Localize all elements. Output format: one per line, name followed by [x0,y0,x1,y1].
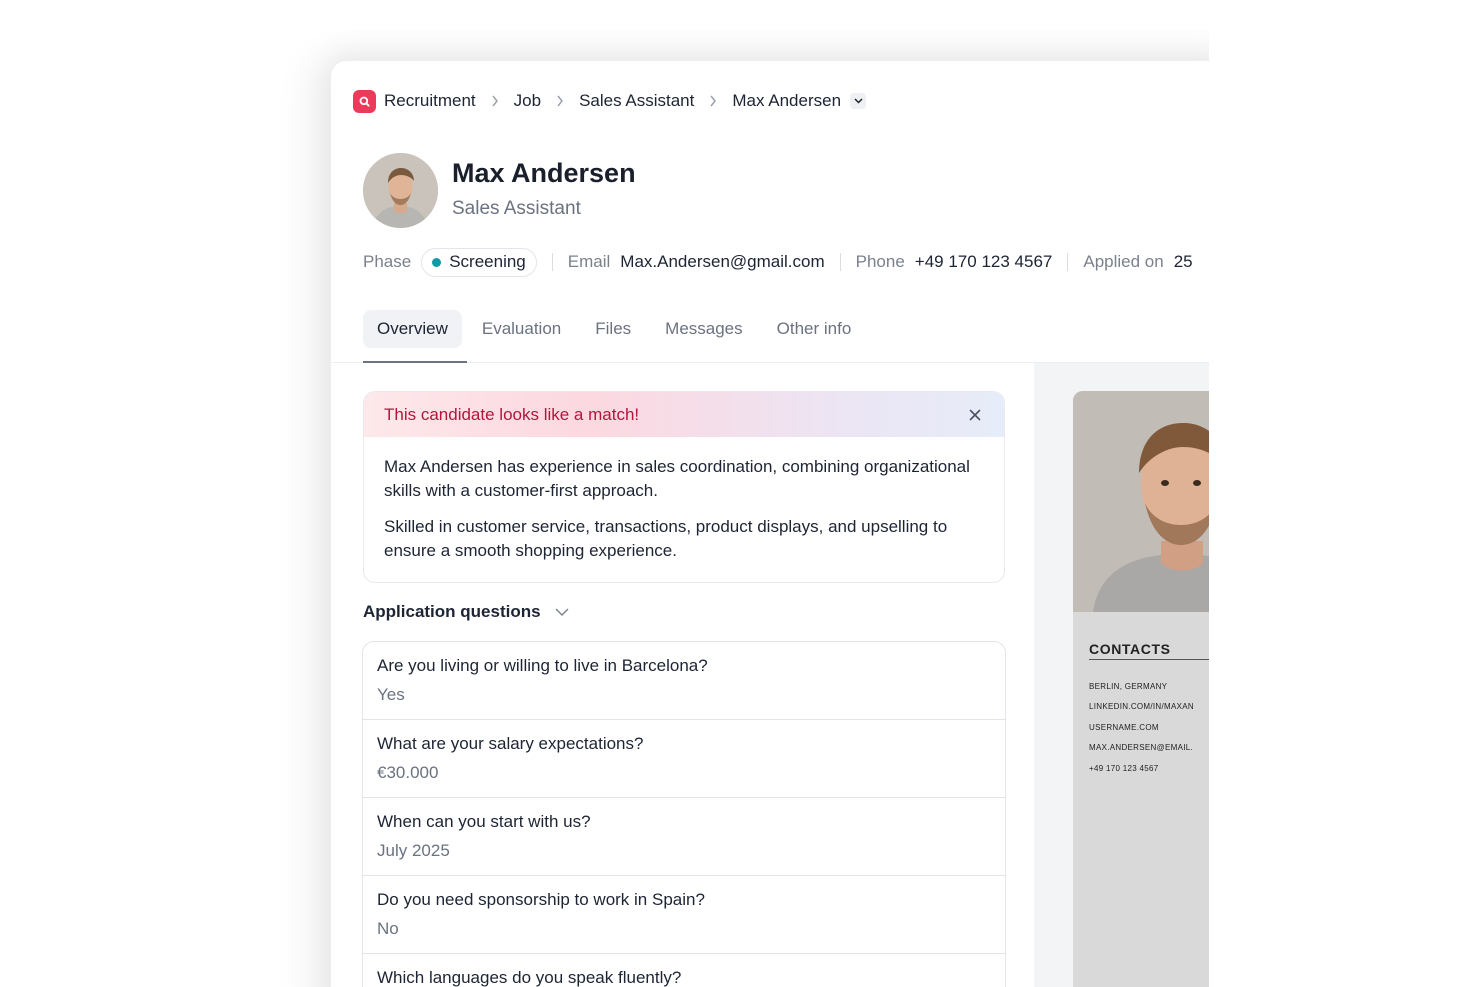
applied-label: Applied on [1083,252,1164,271]
candidate-role: Sales Assistant [452,198,581,219]
answer-text: July 2025 [377,841,450,860]
question-item: Are you living or willing to live in Bar… [363,642,1005,720]
resume-contact-line: BERLIN, GERMANY [1089,682,1168,691]
question-text: Do you need sponsorship to work in Spain… [377,890,705,909]
applied-value: 25 [1173,252,1193,271]
active-tab-indicator [363,361,467,363]
breadcrumb-job[interactable]: Job [514,91,541,111]
phase-value: Screening [449,252,526,271]
email-value[interactable]: Max.Andersen@gmail.com [620,252,824,272]
resume-contact-line: +49 170 123 4567 [1089,764,1159,773]
phone-value[interactable]: +49 170 123 4567 [915,252,1053,272]
tab-evaluation[interactable]: Evaluation [468,310,575,348]
phase-badge[interactable]: Screening [421,247,537,277]
chevron-right-icon [476,95,514,107]
divider [1067,253,1069,271]
status-dot-icon [432,257,442,267]
tab-files[interactable]: Files [581,310,645,348]
candidate-name: Max Andersen [452,158,636,188]
avatar [363,153,438,228]
answer-text: €30.000 [377,763,439,782]
question-text: When can you start with us? [377,812,591,831]
email-label: Email [567,252,611,271]
application-questions-list: Are you living or willing to live in Bar… [362,641,1006,987]
question-text: What are your salary expectations? [377,734,644,753]
page-margin [1209,0,1480,987]
match-paragraph: Max Andersen has experience in sales coo… [384,457,970,500]
match-paragraph: Skilled in customer service, transaction… [384,517,948,560]
match-card: This candidate looks like a match! Max A… [363,391,1005,583]
question-item: Which languages do you speak fluently? [363,954,1005,987]
question-text: Which languages do you speak fluently? [377,968,682,987]
match-card-body: Max Andersen has experience in sales coo… [364,437,1004,563]
breadcrumb-recruitment[interactable]: Recruitment [384,91,476,111]
application-questions-toggle[interactable]: Application questions [363,602,569,622]
divider [551,253,553,271]
resume-contact-line: LINKEDIN.COM/IN/MAXAN [1089,702,1194,711]
application-questions-title: Application questions [363,602,541,621]
resume-contact-line: MAX.ANDERSEN@EMAIL. [1089,743,1194,752]
breadcrumb-sales-assistant[interactable]: Sales Assistant [579,91,694,111]
tab-bar: Overview Evaluation Files Messages Other… [363,309,871,349]
phase-label: Phase [363,252,412,271]
chevron-down-icon [555,608,569,616]
tab-overview[interactable]: Overview [363,310,462,348]
answer-text: No [377,919,399,938]
chevron-right-icon [541,95,579,107]
recruitment-logo-icon [353,89,376,113]
question-item: Do you need sponsorship to work in Spain… [363,876,1005,954]
breadcrumb-candidate[interactable]: Max Andersen [732,91,841,111]
divider [839,253,841,271]
answer-text: Yes [377,685,405,704]
question-item: What are your salary expectations? €30.0… [363,720,1005,798]
question-text: Are you living or willing to live in Bar… [377,656,708,675]
chevron-down-icon[interactable] [850,93,867,109]
match-card-header: This candidate looks like a match! [364,392,1004,437]
match-card-title: This candidate looks like a match! [384,404,640,424]
close-icon[interactable] [966,406,984,424]
candidate-meta-bar: Phase Screening Email Max.Andersen@gmail… [363,247,1193,277]
candidate-window: Recruitment Job Sales Assistant Max Ande… [330,60,1250,987]
resume-contacts-title: CONTACTS [1089,641,1171,657]
question-item: When can you start with us? July 2025 [363,798,1005,876]
chevron-right-icon [694,95,732,107]
phone-label: Phone [855,252,905,271]
tab-other-info[interactable]: Other info [763,310,866,348]
tab-messages[interactable]: Messages [651,310,756,348]
resume-contact-line: USERNAME.COM [1089,723,1159,732]
breadcrumb: Recruitment Job Sales Assistant Max Ande… [353,89,867,113]
